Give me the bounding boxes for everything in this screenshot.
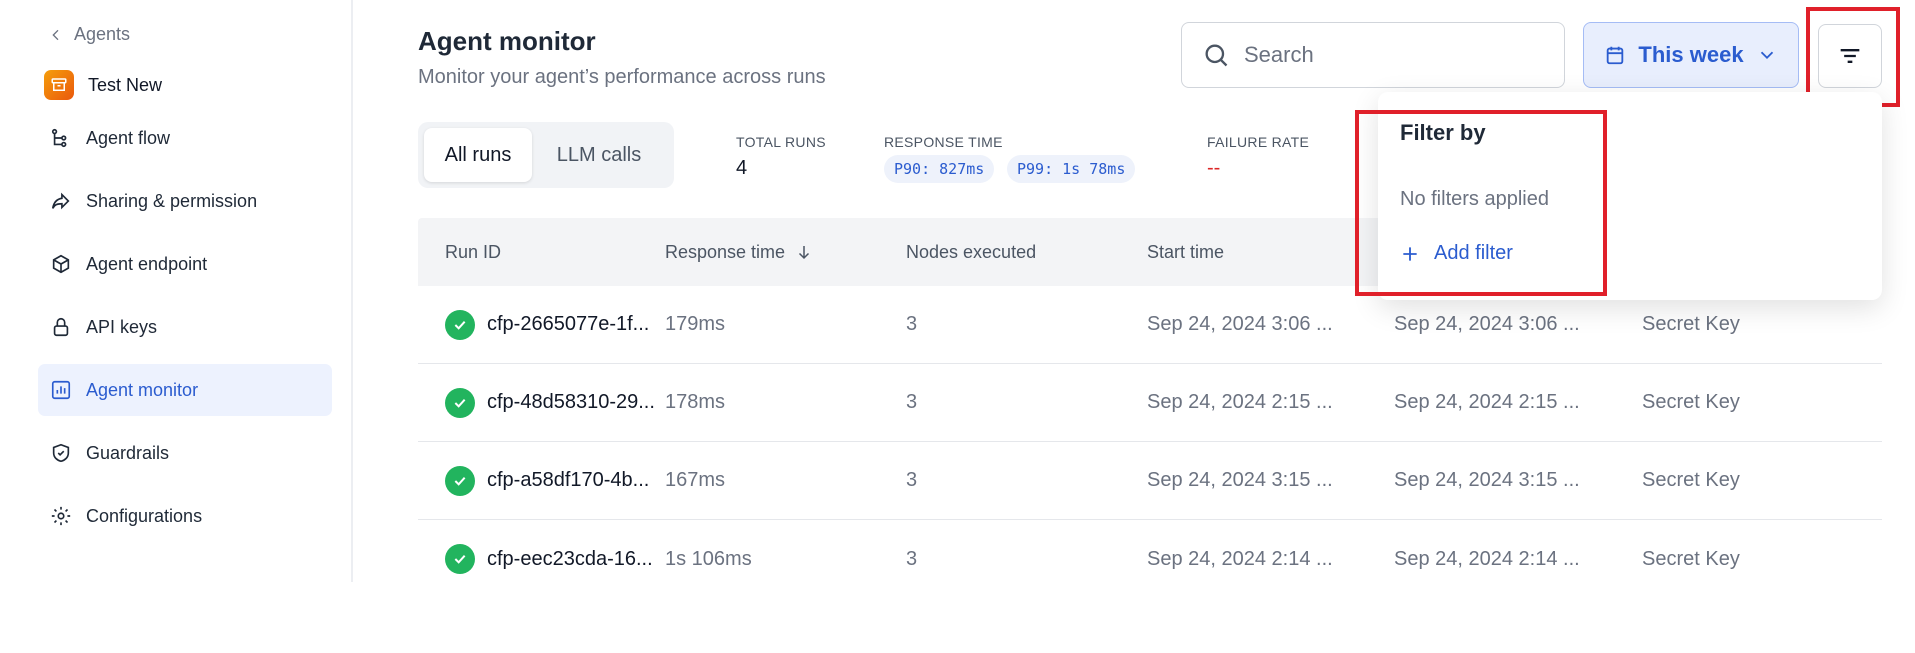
start-time-cell: Sep 24, 2024 2:14 ... bbox=[1147, 547, 1333, 570]
agent-header: Test New bbox=[44, 70, 162, 100]
sidebar-item-label: Guardrails bbox=[86, 442, 170, 463]
chevron-left-icon bbox=[52, 29, 59, 40]
success-check-icon bbox=[445, 465, 475, 496]
sidebar: Agents Test New Agent flow Sharing & per… bbox=[0, 0, 353, 582]
tab-all-runs[interactable]: All runs bbox=[424, 128, 532, 182]
column-run-id[interactable]: Run ID bbox=[418, 242, 665, 263]
p99-badge: P99: 1s 78ms bbox=[1007, 155, 1136, 183]
response-time-cell: 167ms bbox=[665, 469, 726, 491]
source-cell: Secret Key bbox=[1642, 391, 1740, 413]
column-label: Run ID bbox=[445, 241, 502, 262]
failure-rate-label: FAILURE RATE bbox=[1207, 134, 1310, 150]
p90-badge: P90: 827ms bbox=[884, 155, 995, 183]
end-time-cell: Sep 24, 2024 2:15 ... bbox=[1394, 391, 1580, 413]
agent-name: Test New bbox=[88, 74, 163, 95]
chart-icon bbox=[51, 380, 71, 400]
start-time-cell: Sep 24, 2024 3:06 ... bbox=[1147, 313, 1333, 335]
column-response-time[interactable]: Response time bbox=[665, 242, 906, 263]
nodes-cell: 3 bbox=[906, 313, 918, 335]
filter-button[interactable] bbox=[1818, 24, 1882, 88]
sidebar-item-label: Agent flow bbox=[86, 127, 171, 148]
lock-icon bbox=[53, 317, 69, 337]
nodes-cell: 3 bbox=[906, 469, 918, 491]
nodes-cell: 3 bbox=[906, 391, 918, 413]
response-time-cell: 179ms bbox=[665, 313, 726, 335]
search-icon bbox=[1205, 44, 1228, 67]
run-id: cfp-a58df170-4b... bbox=[487, 469, 650, 491]
end-time-cell: Sep 24, 2024 3:06 ... bbox=[1394, 313, 1580, 335]
archive-icon bbox=[51, 78, 67, 91]
page-title: Agent monitor bbox=[418, 26, 596, 56]
response-time-cell: 1s 106ms bbox=[665, 547, 752, 570]
sidebar-item-label: Configurations bbox=[86, 505, 203, 526]
search-box[interactable] bbox=[1181, 22, 1565, 88]
back-to-agents-link[interactable]: Agents bbox=[48, 24, 130, 45]
sidebar-item-label: Sharing & permission bbox=[86, 190, 258, 211]
start-time-cell: Sep 24, 2024 2:15 ... bbox=[1147, 391, 1333, 413]
source-cell: Secret Key bbox=[1642, 469, 1740, 491]
run-id: cfp-48d58310-29... bbox=[487, 391, 655, 413]
column-nodes-executed[interactable]: Nodes executed bbox=[906, 242, 1147, 263]
run-type-toggle: All runs LLM calls bbox=[418, 122, 674, 188]
table-row[interactable]: cfp-48d58310-29... 178ms 3 Sep 24, 2024 … bbox=[418, 364, 1882, 442]
sidebar-item-guardrails[interactable]: Guardrails bbox=[38, 427, 332, 479]
response-time-label: RESPONSE TIME bbox=[884, 134, 1003, 150]
share-icon bbox=[51, 192, 70, 210]
sidebar-item-agent-flow[interactable]: Agent flow bbox=[38, 112, 332, 164]
filter-dropdown-title: Filter by bbox=[1400, 120, 1486, 145]
filter-dropdown: Filter by No filters applied Add filter bbox=[1378, 92, 1882, 300]
add-filter-button[interactable]: Add filter bbox=[1400, 242, 1513, 265]
nodes-cell: 3 bbox=[906, 547, 918, 570]
run-id: cfp-eec23cda-16... bbox=[487, 547, 653, 570]
success-check-icon bbox=[445, 544, 475, 574]
sidebar-item-configurations[interactable]: Configurations bbox=[38, 490, 332, 542]
sidebar-item-api-keys[interactable]: API keys bbox=[38, 301, 332, 353]
date-range-label: This week bbox=[1638, 42, 1744, 67]
cube-icon bbox=[52, 254, 70, 274]
agent-logo bbox=[44, 70, 74, 100]
column-label: Start time bbox=[1147, 241, 1225, 262]
run-id: cfp-2665077e-1f... bbox=[487, 313, 650, 335]
column-label: Nodes executed bbox=[906, 241, 1037, 262]
sidebar-item-endpoint[interactable]: Agent endpoint bbox=[38, 238, 332, 290]
page-subtitle: Monitor your agent’s performance across … bbox=[418, 66, 826, 88]
back-label: Agents bbox=[74, 24, 131, 44]
add-filter-label: Add filter bbox=[1434, 242, 1513, 264]
failure-rate-value: -- bbox=[1207, 157, 1221, 179]
table-row[interactable]: cfp-eec23cda-16... 1s 106ms 3 Sep 24, 20… bbox=[418, 520, 1882, 598]
flow-icon bbox=[51, 128, 67, 148]
sidebar-item-agent-monitor[interactable]: Agent monitor bbox=[38, 364, 332, 416]
tab-llm-calls[interactable]: LLM calls bbox=[538, 128, 660, 182]
sidebar-item-label: Agent monitor bbox=[86, 379, 199, 400]
source-cell: Secret Key bbox=[1642, 313, 1740, 335]
search-input[interactable] bbox=[1244, 42, 1524, 68]
sidebar-item-label: Agent endpoint bbox=[86, 253, 208, 274]
plus-icon bbox=[1403, 246, 1417, 261]
total-runs-value: 4 bbox=[736, 157, 748, 179]
sidebar-nav: Agent flow Sharing & permission Agent en… bbox=[38, 112, 332, 553]
gear-icon bbox=[51, 506, 71, 526]
sidebar-item-sharing[interactable]: Sharing & permission bbox=[38, 175, 332, 227]
shield-icon bbox=[52, 443, 70, 463]
response-time-cell: 178ms bbox=[665, 391, 726, 413]
calendar-icon bbox=[1607, 46, 1624, 65]
sidebar-item-label: API keys bbox=[86, 316, 158, 337]
column-start-time[interactable]: Start time bbox=[1147, 242, 1394, 263]
end-time-cell: Sep 24, 2024 3:15 ... bbox=[1394, 469, 1580, 491]
success-check-icon bbox=[445, 387, 475, 418]
column-label: Response time bbox=[665, 241, 786, 262]
date-range-button[interactable]: This week bbox=[1583, 22, 1799, 88]
source-cell: Secret Key bbox=[1642, 547, 1740, 570]
no-filters-text: No filters applied bbox=[1400, 188, 1549, 210]
end-time-cell: Sep 24, 2024 2:14 ... bbox=[1394, 547, 1580, 570]
filter-icon bbox=[1840, 49, 1860, 63]
chevron-down-icon bbox=[1760, 51, 1773, 60]
table-row[interactable]: cfp-a58df170-4b... 167ms 3 Sep 24, 2024 … bbox=[418, 442, 1882, 520]
arrow-down-icon bbox=[799, 246, 810, 260]
start-time-cell: Sep 24, 2024 3:15 ... bbox=[1147, 469, 1333, 491]
total-runs-label: TOTAL RUNS bbox=[736, 134, 826, 150]
success-check-icon bbox=[445, 309, 475, 340]
